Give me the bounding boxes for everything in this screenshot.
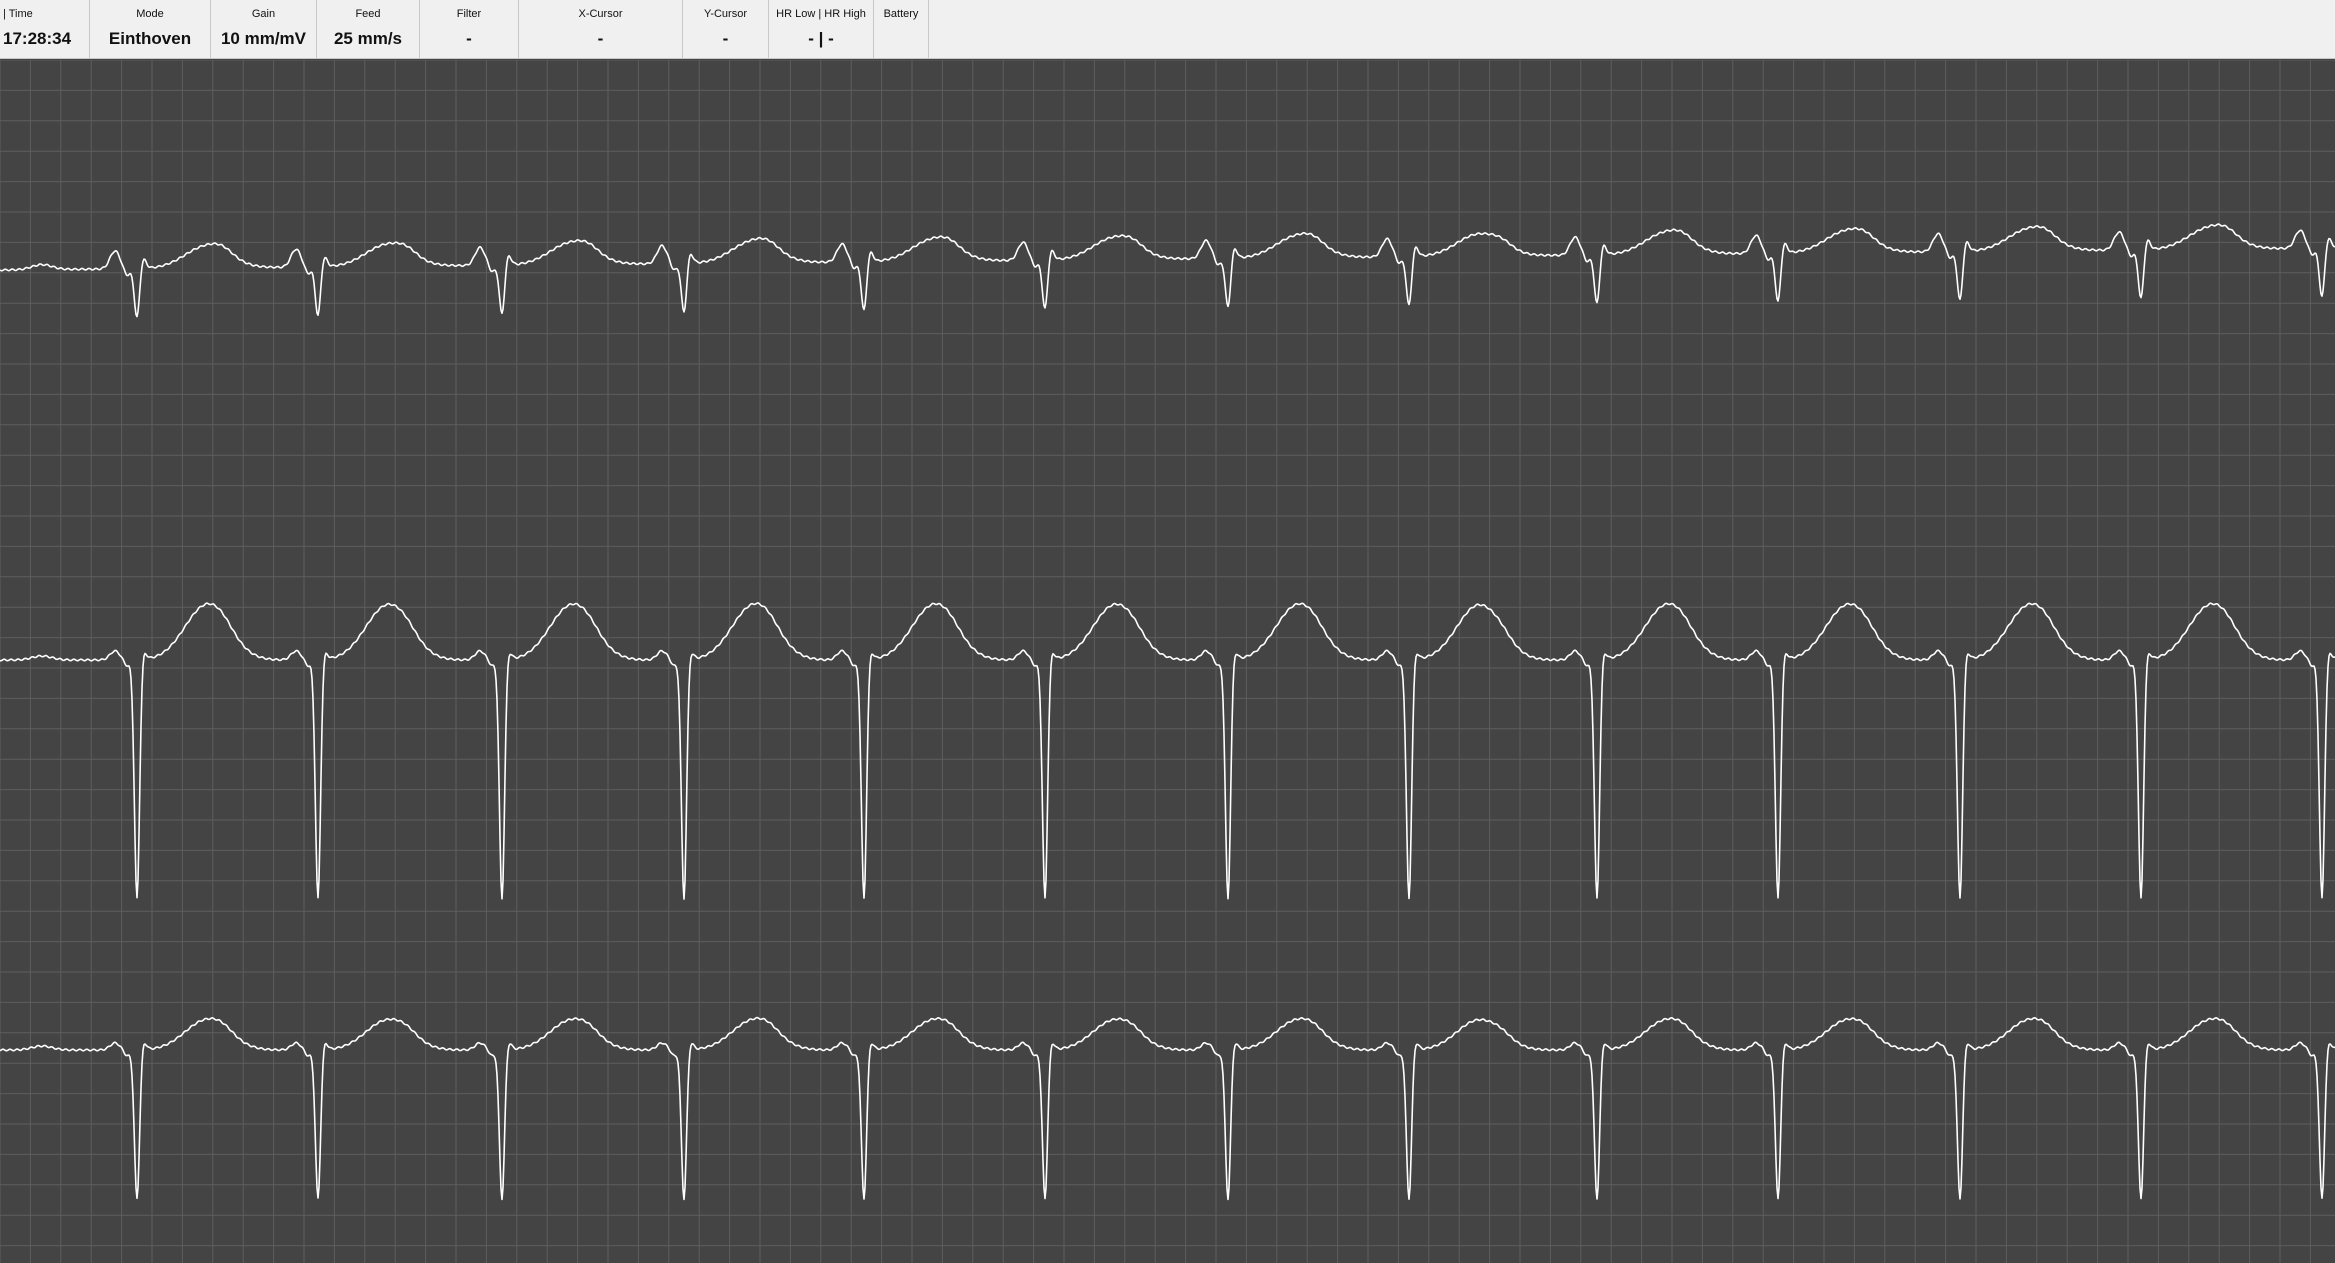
feed-value[interactable]: 25 mm/s	[317, 29, 419, 49]
grid-lines	[0, 60, 2335, 1263]
ecg-trace-lead-ii	[0, 602, 2335, 900]
ecg-grid	[0, 60, 2335, 1263]
gain-field[interactable]: Gain 10 mm/mV	[211, 0, 317, 59]
ecg-trace-lead-iii	[0, 1016, 2335, 1201]
feed-label: Feed	[355, 8, 381, 20]
time-value: 17:28:34	[3, 29, 72, 48]
mode-field[interactable]: Mode Einthoven	[90, 0, 211, 59]
ecg-chart[interactable]	[0, 60, 2335, 1263]
mode-label: Mode	[136, 8, 164, 20]
x-cursor-value: -	[597, 29, 604, 48]
ecg-viewer-window: | Time 17:28:34 Mode Einthoven Gain 10 m…	[0, 0, 2335, 1263]
heart-rate-label: HR Low | HR High	[776, 8, 866, 20]
ecg-display[interactable]	[0, 60, 2335, 1263]
x-cursor-label: X-Cursor	[578, 8, 623, 20]
y-cursor-label: Y-Cursor	[704, 8, 747, 20]
time-field: | Time 17:28:34	[0, 0, 90, 59]
y-cursor-field: Y-Cursor -	[683, 0, 769, 59]
heart-rate-value: - | -	[808, 29, 834, 48]
x-cursor-field: X-Cursor -	[519, 0, 683, 59]
battery-field: Battery	[874, 0, 929, 59]
ecg-traces	[0, 223, 2335, 1201]
battery-label: Battery	[883, 8, 919, 20]
gain-label: Gain	[251, 8, 276, 20]
mode-value[interactable]: Einthoven	[90, 29, 210, 49]
feed-field[interactable]: Feed 25 mm/s	[317, 0, 420, 59]
filter-value[interactable]: -	[420, 29, 518, 49]
y-cursor-value: -	[722, 29, 729, 48]
filter-field[interactable]: Filter -	[420, 0, 519, 59]
gain-value[interactable]: 10 mm/mV	[211, 29, 316, 49]
heart-rate-field: HR Low | HR High - | -	[769, 0, 874, 59]
filter-label: Filter	[456, 8, 482, 20]
time-label: | Time	[3, 8, 33, 20]
status-toolbar: | Time 17:28:34 Mode Einthoven Gain 10 m…	[0, 0, 2335, 59]
